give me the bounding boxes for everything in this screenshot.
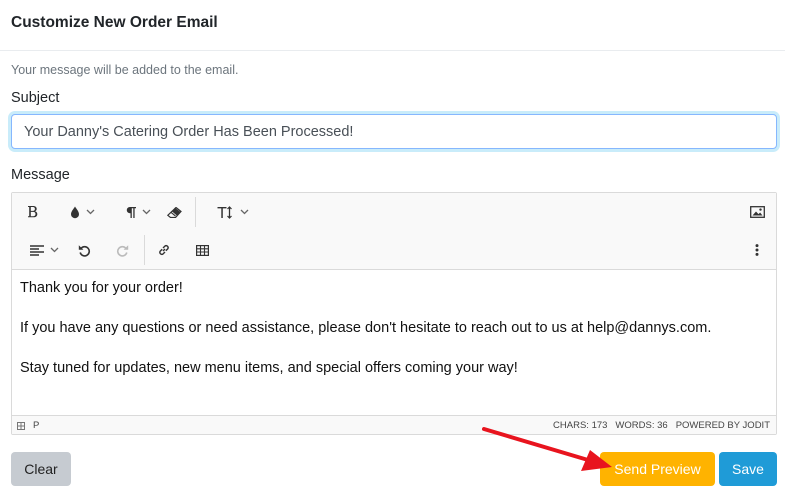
redo-icon[interactable] [114, 238, 130, 262]
eraser-icon[interactable] [165, 200, 183, 224]
image-icon[interactable] [748, 200, 766, 224]
modal-title: Customize New Order Email [11, 14, 218, 31]
send-preview-button[interactable]: Send Preview [600, 452, 715, 486]
chevron-down-icon [240, 209, 249, 215]
message-line: Stay tuned for updates, new menu items, … [20, 360, 518, 376]
paragraph-icon[interactable] [115, 200, 161, 224]
toolbar-separator [144, 235, 145, 265]
save-button[interactable]: Save [719, 452, 777, 486]
message-editor: Thank you for your order! If you have an… [11, 192, 777, 435]
message-line: If you have any questions or need assist… [20, 320, 712, 336]
hint-text: Your message will be added to the email. [11, 63, 239, 77]
subject-label: Subject [11, 90, 60, 106]
toolbar-row-1 [12, 193, 776, 231]
brush-icon[interactable] [62, 200, 102, 224]
element-path[interactable]: P [33, 420, 39, 431]
link-icon[interactable] [156, 238, 172, 262]
message-label: Message [11, 167, 70, 183]
font-size-icon[interactable] [208, 200, 258, 224]
message-line: Thank you for your order! [20, 280, 183, 296]
bold-icon[interactable] [25, 200, 41, 224]
word-count: WORDS: 36 [615, 420, 668, 431]
chevron-down-icon [142, 209, 150, 215]
undo-icon[interactable] [76, 238, 92, 262]
align-left-icon[interactable] [24, 238, 64, 262]
chevron-down-icon [50, 247, 58, 253]
editor-toolbar [12, 193, 776, 270]
clear-button[interactable]: Clear [11, 452, 71, 486]
more-vertical-icon[interactable] [752, 238, 762, 262]
toolbar-row-2 [12, 231, 776, 269]
chevron-down-icon [86, 209, 94, 215]
char-count: CHARS: 173 [553, 420, 608, 431]
subject-input[interactable] [11, 114, 777, 149]
editor-content[interactable]: Thank you for your order! If you have an… [12, 271, 776, 415]
editor-statusbar: P CHARS: 173 WORDS: 36 POWERED BY JODIT [12, 415, 776, 434]
table-icon[interactable] [194, 238, 210, 262]
toolbar-separator [195, 197, 196, 227]
powered-by-link[interactable]: POWERED BY JODIT [676, 420, 770, 431]
select-all-icon[interactable] [17, 421, 25, 430]
modal-header: Customize New Order Email [0, 0, 785, 51]
